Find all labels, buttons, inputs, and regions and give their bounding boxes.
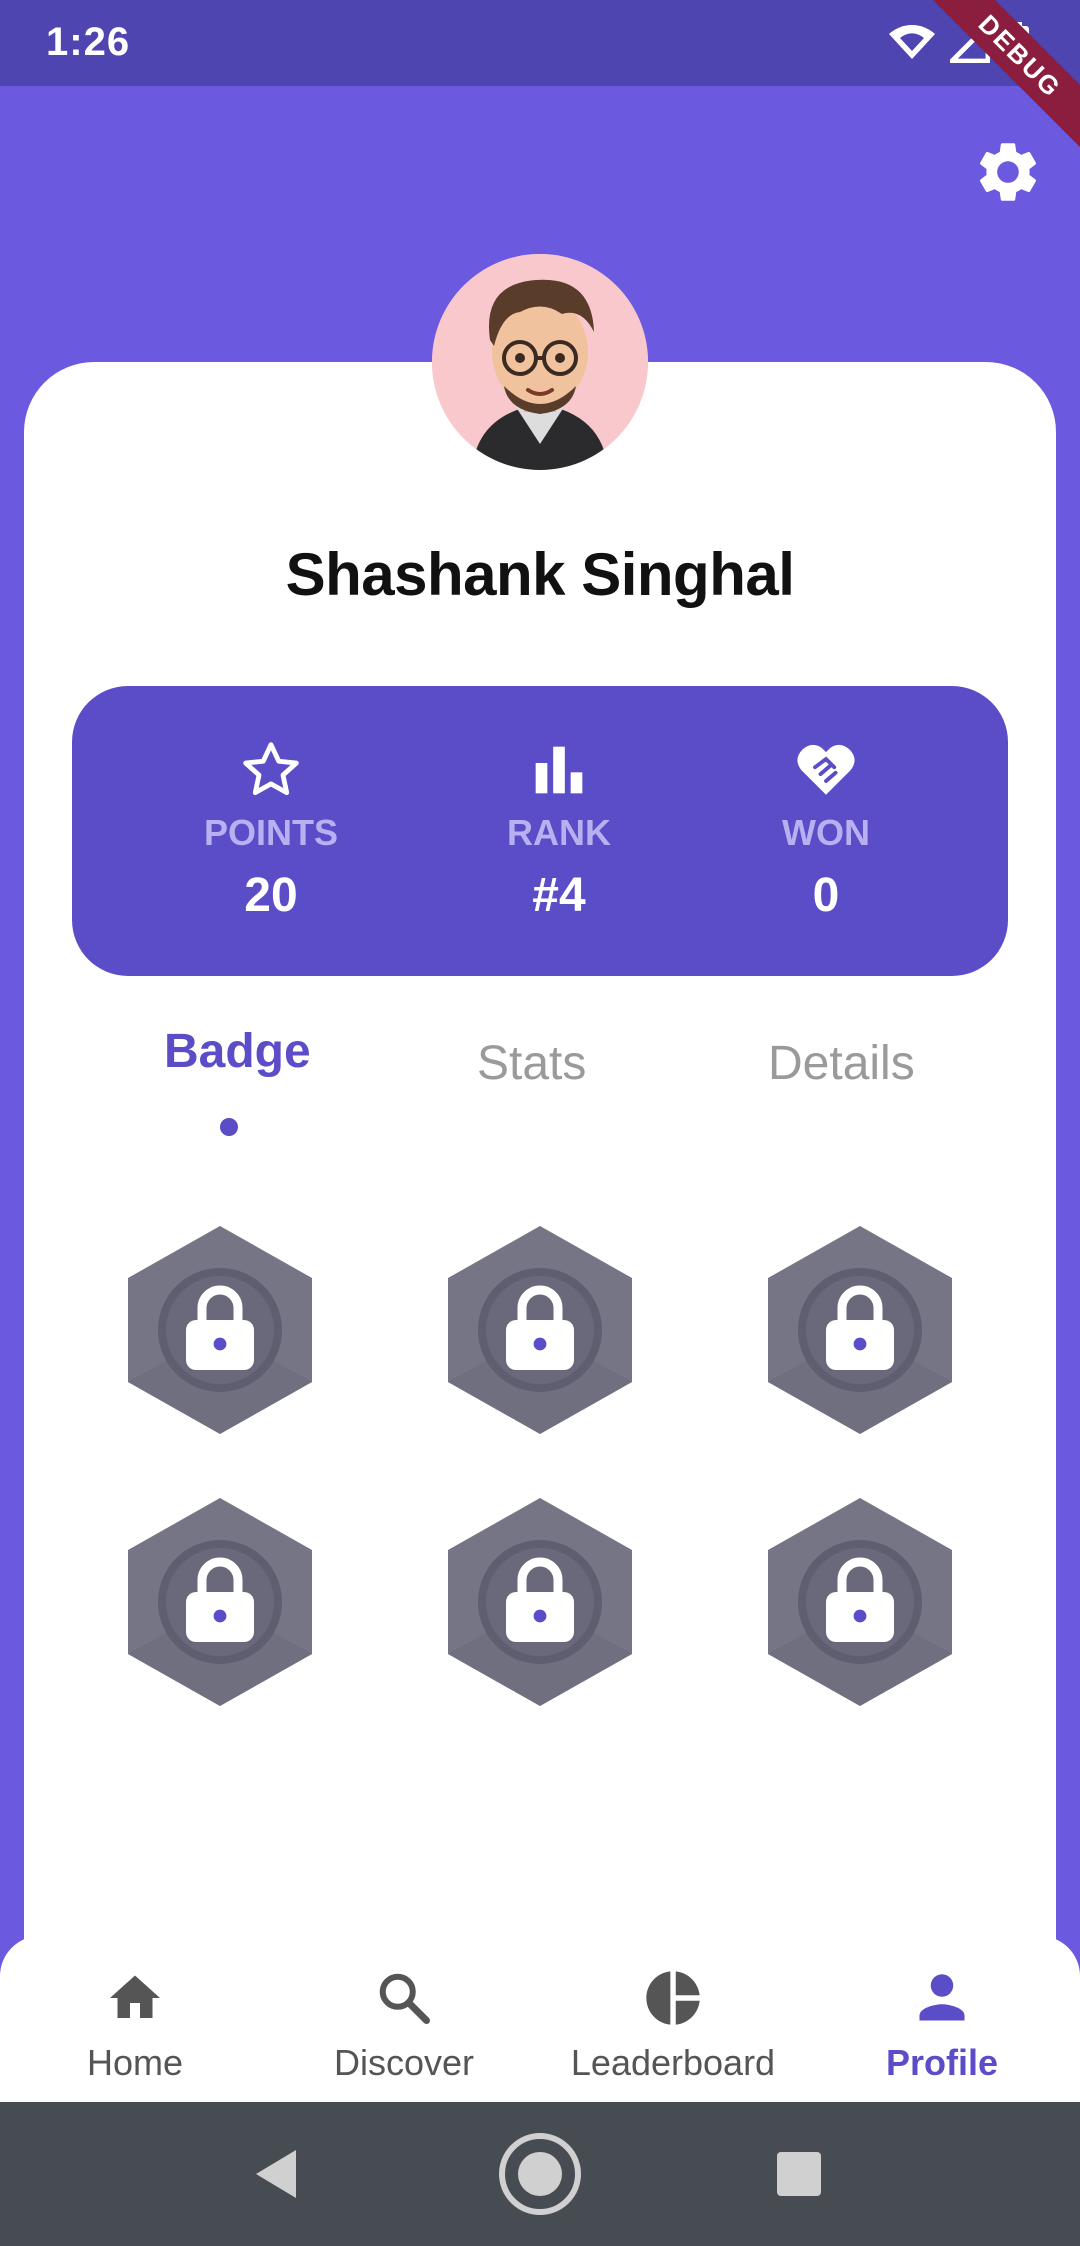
- tab-indicator: [220, 1118, 238, 1136]
- gear-icon: [979, 143, 1037, 201]
- stat-value: #4: [532, 869, 586, 922]
- bar-chart-icon: [535, 746, 583, 794]
- settings-button[interactable]: [972, 136, 1044, 208]
- tab-details[interactable]: Details: [768, 1036, 915, 1091]
- status-time: 1:26: [46, 20, 131, 64]
- stat-value: 20: [244, 869, 298, 922]
- handshake-icon: [797, 744, 855, 795]
- bottom-nav: Home Discover Leaderboard Profile: [0, 1936, 1080, 2102]
- badge-item[interactable]: [126, 1224, 314, 1436]
- nav-discover[interactable]: Discover: [294, 1966, 514, 2084]
- stat-label: RANK: [507, 812, 611, 853]
- recents-icon[interactable]: [775, 2150, 823, 2198]
- lock-icon: [506, 1285, 574, 1370]
- lock-icon: [826, 1557, 894, 1642]
- lock-icon: [186, 1285, 254, 1370]
- stat-won: WON 0: [706, 738, 946, 923]
- system-nav-bar: [0, 2102, 1080, 2246]
- tab-badge[interactable]: Badge: [164, 1024, 311, 1079]
- user-name: Shashank Singhal: [285, 541, 795, 608]
- status-bar: 1:26 76 DEBUG: [0, 0, 1080, 164]
- stat-value: 0: [812, 869, 840, 922]
- stat-rank: RANK #4: [439, 738, 679, 923]
- nav-label: Discover: [333, 2042, 475, 2083]
- back-icon[interactable]: [252, 2146, 300, 2202]
- stats-summary: POINTS 20 RANK #4 WON 0: [72, 686, 1008, 976]
- lock-icon: [186, 1557, 254, 1642]
- search-icon: [379, 1973, 430, 2024]
- badge-item[interactable]: [446, 1224, 634, 1436]
- avatar: [432, 254, 648, 470]
- badge-item[interactable]: [766, 1224, 954, 1436]
- badge-item[interactable]: [446, 1496, 634, 1708]
- lock-icon: [506, 1557, 574, 1642]
- profile-screen: 1:26 76 DEBUG: [0, 0, 1080, 2246]
- nav-label: Leaderboard: [570, 2042, 776, 2083]
- lock-icon: [826, 1285, 894, 1370]
- nav-label: Profile: [885, 2042, 999, 2083]
- person-icon: [919, 1974, 965, 2021]
- nav-profile[interactable]: Profile: [832, 1966, 1052, 2084]
- stat-label: WON: [782, 812, 870, 853]
- stat-label: POINTS: [203, 812, 338, 853]
- nav-label: Home: [86, 2042, 184, 2083]
- nav-leaderboard[interactable]: Leaderboard: [563, 1966, 783, 2084]
- badge-item[interactable]: [126, 1496, 314, 1708]
- star-icon: [243, 742, 299, 796]
- tab-stats[interactable]: Stats: [477, 1036, 586, 1091]
- wifi-icon: [888, 23, 936, 68]
- badge-item[interactable]: [766, 1496, 954, 1708]
- home-icon: [110, 1975, 160, 2018]
- stat-points: POINTS 20: [151, 738, 391, 923]
- nav-home[interactable]: Home: [25, 1966, 245, 2084]
- pie-chart-icon: [646, 1971, 700, 2025]
- profile-card: [24, 362, 1056, 2062]
- home-button-icon[interactable]: [498, 2132, 582, 2216]
